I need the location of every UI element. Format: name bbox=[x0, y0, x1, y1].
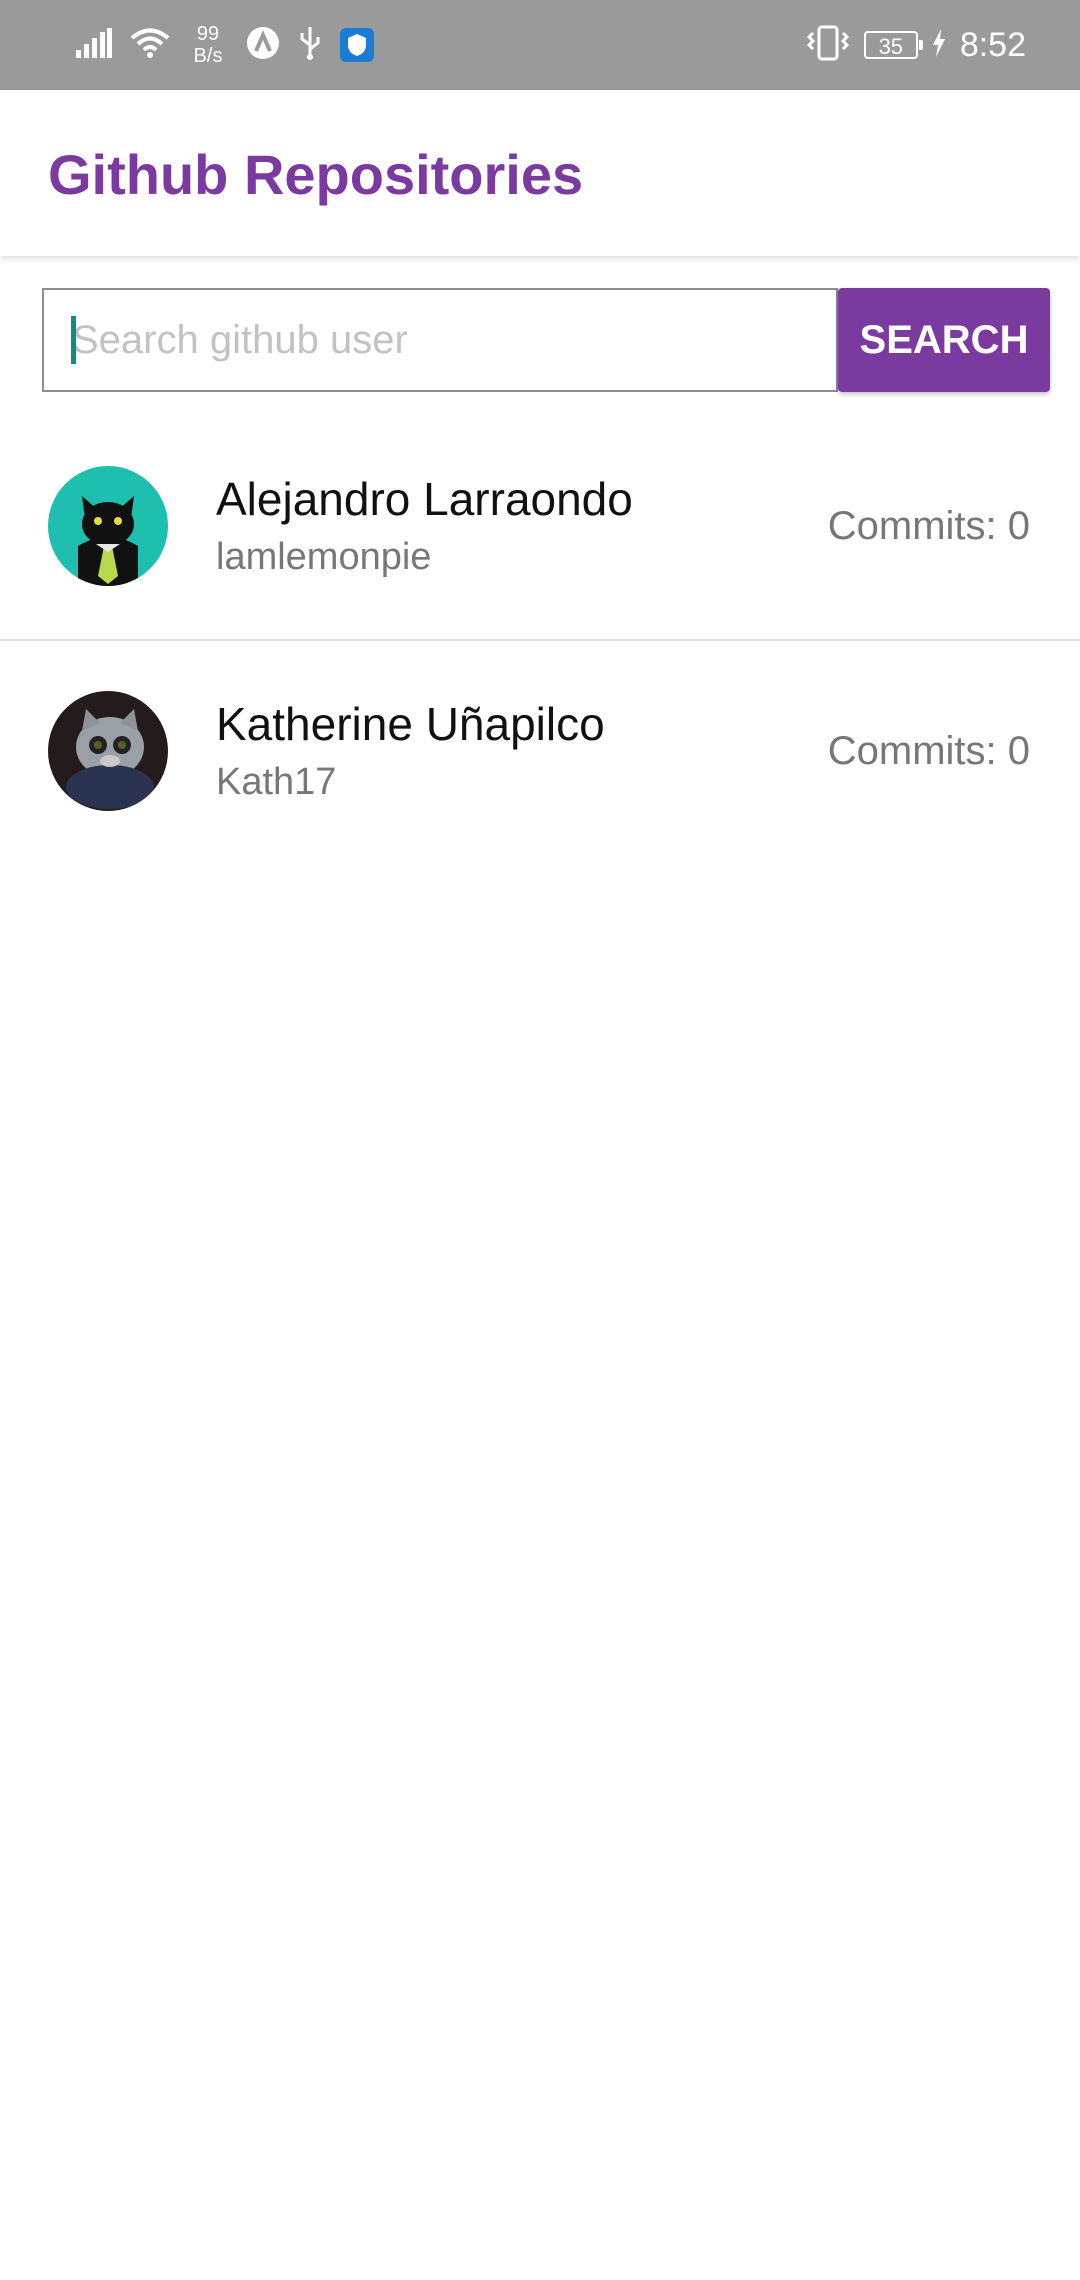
wifi-icon bbox=[130, 27, 170, 64]
search-button[interactable]: SEARCH bbox=[838, 288, 1050, 392]
battery-icon: 35 bbox=[863, 31, 923, 59]
list-item[interactable]: Katherine Uñapilco Kath17 Commits: 0 bbox=[0, 641, 1080, 866]
avatar bbox=[48, 691, 168, 811]
user-login: Kath17 bbox=[216, 761, 337, 803]
app-bar: Github Repositories bbox=[0, 90, 1080, 256]
signal-icon bbox=[76, 27, 112, 63]
user-login: lamlemonpie bbox=[216, 536, 432, 578]
avatar bbox=[48, 466, 168, 586]
page-title: Github Repositories bbox=[48, 143, 584, 206]
commit-count: Commits: 0 bbox=[827, 504, 1030, 548]
vibrate-icon bbox=[806, 25, 850, 66]
battery-level: 35 bbox=[878, 34, 904, 59]
cat-avatar-icon bbox=[48, 466, 168, 586]
app-a-icon bbox=[246, 26, 280, 65]
user-name: Katherine Uñapilco bbox=[216, 698, 605, 750]
network-speed: 99 B/s bbox=[188, 23, 228, 67]
cat-photo-icon bbox=[48, 691, 168, 811]
user-list: Alejandro Larraondo lamlemonpie Commits:… bbox=[0, 416, 1080, 866]
commit-count: Commits: 0 bbox=[827, 729, 1030, 773]
network-speed-value: 99 bbox=[196, 23, 220, 45]
search-input[interactable] bbox=[42, 288, 838, 392]
shield-icon bbox=[340, 28, 374, 62]
list-item[interactable]: Alejandro Larraondo lamlemonpie Commits:… bbox=[0, 416, 1080, 641]
charging-icon bbox=[932, 28, 946, 62]
status-bar: 99 B/s 35 8:52 bbox=[0, 0, 1080, 90]
user-name: Alejandro Larraondo bbox=[216, 473, 633, 525]
usb-icon bbox=[298, 25, 322, 66]
status-bar-left: 99 B/s bbox=[76, 0, 374, 90]
status-bar-right: 35 8:52 bbox=[806, 0, 1026, 90]
clock: 8:52 bbox=[959, 25, 1026, 64]
network-speed-unit: B/s bbox=[193, 45, 223, 67]
text-cursor bbox=[71, 316, 76, 364]
